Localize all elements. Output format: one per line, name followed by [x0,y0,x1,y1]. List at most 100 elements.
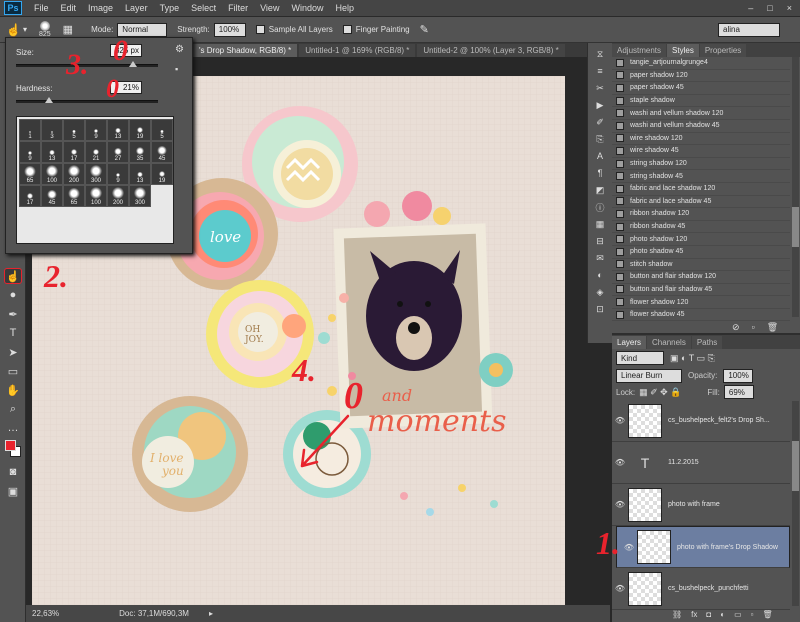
style-item[interactable]: photo shadow 45 [612,246,790,259]
style-item[interactable]: fabric and lace shadow 45 [612,196,790,209]
visibility-eye-icon[interactable]: 👁 [612,416,628,425]
zoom-level[interactable]: 22,63% [32,609,59,618]
group-icon[interactable]: ▭ [734,610,742,619]
layer-row[interactable]: 👁 T 11.2.2015 [612,442,790,484]
style-item[interactable]: ribbon shadow 120 [612,208,790,221]
menu-file[interactable]: File [28,3,55,13]
style-item[interactable]: button and flair shadow 45 [612,284,790,297]
finger-painting-checkbox[interactable] [342,25,352,34]
brush-tip[interactable]: 19 [151,163,173,185]
brush-tip[interactable]: 45 [151,141,173,163]
layer-row[interactable]: 👁 cs_bushelpeck_felt2's Drop Sh... [612,400,790,442]
screen-mode-icon[interactable]: ▣ [4,483,22,499]
doc-tab-untitled-1[interactable]: Untitled-1 @ 169% (RGB/8) * [299,44,416,57]
layer-style-icon[interactable]: fx [691,610,697,619]
layers-scrollbar[interactable] [792,401,799,606]
brush-preset-picker[interactable]: 825 [39,21,51,38]
tab-layers[interactable]: Layers [612,336,647,349]
info-icon[interactable]: ⓘ [592,201,608,213]
new-layer-icon[interactable]: ▫ [751,610,754,619]
adjustment-layer-icon[interactable]: ◐ [720,610,725,619]
delete-style-icon[interactable]: 🗑 [767,322,778,333]
layer-row[interactable]: 👁 photo with frame's Drop Shadow [616,526,790,568]
style-item[interactable]: staple shadow [612,95,790,108]
brush-tip[interactable]: 1 [19,119,41,141]
size-slider-knob[interactable] [129,61,138,67]
opacity-field[interactable]: 100% [723,368,754,383]
clone-source-icon[interactable]: ⎘ [592,133,608,145]
brush-tip[interactable]: 21 [85,141,107,163]
styles-scrollbar[interactable] [792,57,799,317]
menu-image[interactable]: Image [82,3,119,13]
brush-tip[interactable]: 3 [41,119,63,141]
navigator-icon[interactable]: ⊡ [592,303,608,315]
menu-view[interactable]: View [254,3,285,13]
brush-tip[interactable]: 65 [63,185,85,207]
brush-icon[interactable]: ✐ [592,116,608,128]
sample-all-layers-checkbox[interactable] [255,25,265,34]
brush-tip[interactable]: 9 [19,141,41,163]
style-item[interactable]: paper shadow 120 [612,70,790,83]
pen-tool-icon[interactable]: ✒ [4,306,22,322]
doc-tab-active[interactable]: 's Drop Shadow, RGB/8) * [193,44,298,57]
menu-help[interactable]: Help [329,3,360,13]
brush-tip[interactable]: 17 [19,185,41,207]
glyphs-icon[interactable]: ◩ [592,184,608,196]
gear-icon[interactable]: ⚙ [175,44,184,55]
brush-tip[interactable]: 100 [85,185,107,207]
quick-mask-icon[interactable]: ◙ [4,464,22,480]
history-icon[interactable]: ⧖ [592,48,608,60]
brush-tip[interactable]: 13 [41,141,63,163]
timeline-icon[interactable]: ⊟ [592,235,608,247]
brush-tip[interactable]: 65 [19,163,41,185]
menu-window[interactable]: Window [285,3,329,13]
3d-icon[interactable]: ◈ [592,286,608,298]
tools-icon[interactable]: ✂ [592,82,608,94]
style-item[interactable]: string shadow 120 [612,158,790,171]
minimize-button[interactable]: – [748,3,753,13]
style-item[interactable]: flower shadow 45 [612,309,790,322]
layer-row[interactable]: 👁 cs_bushelpeck_punchfetti [612,568,790,610]
style-item[interactable]: stitch shadow [612,259,790,272]
brush-tip[interactable]: 13 [107,119,129,141]
shape-tool-icon[interactable]: ▭ [4,363,22,379]
actions-icon[interactable]: ▶ [592,99,608,111]
menu-filter[interactable]: Filter [222,3,254,13]
visibility-eye-icon[interactable]: 👁 [612,500,628,509]
brush-tip[interactable]: 9 [85,119,107,141]
filter-icons[interactable]: ▣ ◐ T ▭ ⎘ [670,353,715,364]
style-item[interactable]: string shadow 45 [612,170,790,183]
new-style-icon[interactable]: ▫ [752,322,755,333]
brush-tip[interactable]: 200 [107,185,129,207]
tab-adjustments[interactable]: Adjustments [612,44,667,57]
brush-tip[interactable]: 17 [63,141,85,163]
visibility-eye-icon[interactable]: 👁 [621,543,637,552]
doc-tab-untitled-2[interactable]: Untitled-2 @ 100% (Layer 3, RGB/8) * [417,44,565,57]
style-item[interactable]: button and flair shadow 120 [612,271,790,284]
tab-paths[interactable]: Paths [691,336,723,349]
type-tool-icon[interactable]: T [4,325,22,341]
paragraph-icon[interactable]: ¶ [592,167,608,179]
zoom-tool-icon[interactable]: ⌕ [4,401,22,417]
properties-icon[interactable]: ≡ [592,65,608,77]
brush-tip[interactable]: 45 [41,185,63,207]
notes-icon[interactable]: ✉ [592,252,608,264]
workspace-select[interactable]: alina [718,22,780,37]
link-layers-icon[interactable]: ⛓ [672,610,682,619]
style-item[interactable]: paper shadow 45 [612,82,790,95]
brush-tip[interactable]: 19 [129,119,151,141]
menu-layer[interactable]: Layer [119,3,154,13]
close-button[interactable]: × [787,3,792,13]
visibility-eye-icon[interactable]: 👁 [612,458,628,467]
strength-field[interactable]: 100% [213,22,246,37]
brush-tip[interactable]: 5 [63,119,85,141]
menu-edit[interactable]: Edit [55,3,83,13]
style-item[interactable]: photo shadow 120 [612,233,790,246]
tab-channels[interactable]: Channels [647,336,691,349]
brush-panel-toggle-icon[interactable]: ▦ [63,23,73,36]
character-icon[interactable]: A [592,150,608,162]
kind-filter-select[interactable]: Kind [616,351,664,365]
path-select-tool-icon[interactable]: ➤ [4,344,22,360]
brush-tip[interactable]: 5 [151,119,173,141]
brush-tip[interactable]: 300 [85,163,107,185]
